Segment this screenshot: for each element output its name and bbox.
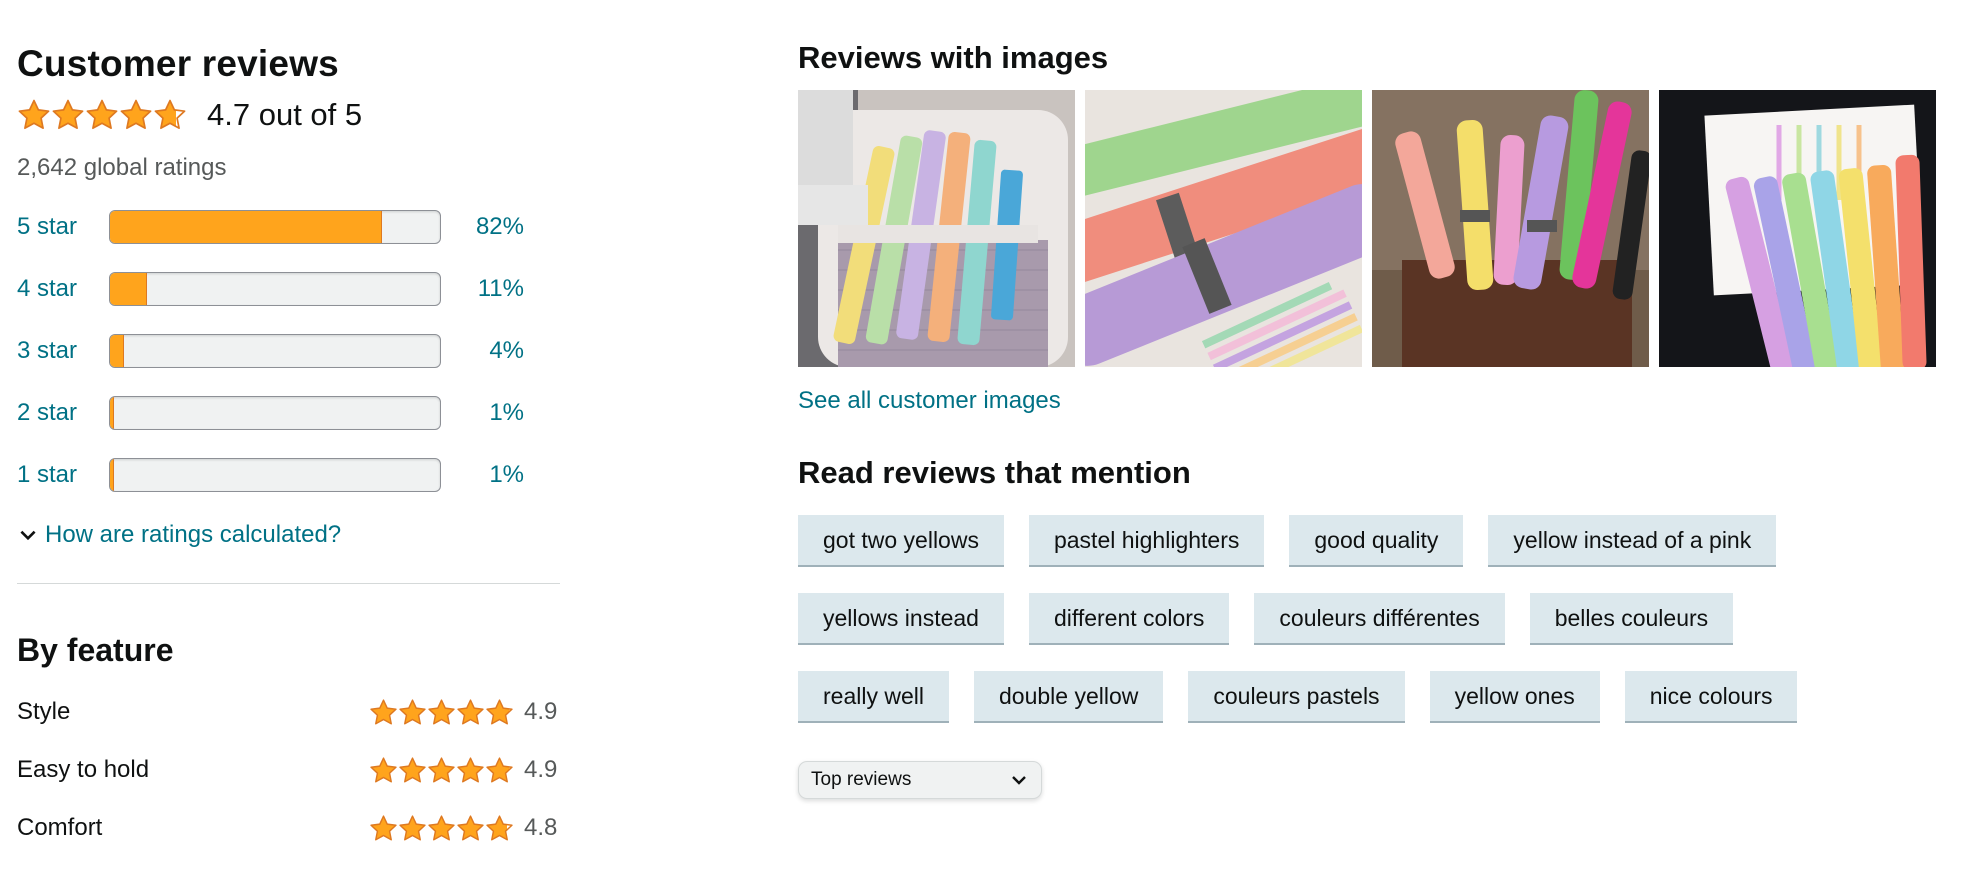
see-all-customer-images-link[interactable]: See all customer images bbox=[798, 387, 1948, 421]
star-icon bbox=[428, 814, 455, 840]
mention-chip[interactable]: good quality bbox=[1289, 515, 1464, 567]
star-icon bbox=[457, 756, 484, 782]
histogram-percent[interactable]: 1% bbox=[441, 461, 524, 489]
feature-rating-row: Comfort 4.8 bbox=[17, 808, 560, 848]
star-icon bbox=[154, 99, 186, 130]
histogram-percent[interactable]: 1% bbox=[441, 399, 524, 427]
ratings-summary: Customer reviews 4.7 out of 5 2,642 glob… bbox=[17, 38, 560, 848]
histogram-star-label[interactable]: 2 star bbox=[17, 399, 109, 427]
mention-chip[interactable]: couleurs différentes bbox=[1254, 593, 1505, 645]
histogram-star-label[interactable]: 5 star bbox=[17, 213, 109, 241]
star-icon bbox=[86, 99, 118, 130]
feature-rating-value: 4.8 bbox=[524, 814, 558, 841]
section-divider bbox=[17, 583, 560, 584]
feature-ratings: Style 4.9 Easy to hold 4.9 Comfort 4.8 bbox=[17, 692, 557, 848]
feature-rating-value: 4.9 bbox=[524, 698, 558, 725]
review-image-2[interactable] bbox=[1085, 90, 1362, 367]
star-icon bbox=[370, 698, 397, 724]
review-image-3[interactable] bbox=[1372, 90, 1649, 367]
mention-chip-row: got two yellows pastel highlighters good q… bbox=[798, 515, 1898, 567]
feature-star-rating bbox=[369, 756, 514, 785]
review-image-1[interactable] bbox=[798, 90, 1075, 367]
star-icon bbox=[486, 698, 513, 724]
global-ratings-count: 2,642 global ratings bbox=[17, 154, 227, 181]
histogram-star-label[interactable]: 1 star bbox=[17, 461, 109, 489]
star-icon bbox=[399, 814, 426, 840]
how-ratings-calculated-label: How are ratings calculated? bbox=[45, 521, 342, 548]
histogram-bar-fill bbox=[110, 210, 382, 243]
histogram-percent[interactable]: 4% bbox=[441, 337, 524, 365]
chevron-down-icon bbox=[20, 530, 36, 541]
star-icon bbox=[120, 99, 152, 130]
rating-histogram: 5 star 82% 4 star 11% 3 star 4% 2 star 1% 1 star… bbox=[17, 208, 557, 493]
review-images-row bbox=[798, 90, 1948, 367]
histogram-bar-fill bbox=[110, 334, 125, 367]
average-rating-row: 4.7 out of 5 bbox=[17, 90, 557, 140]
histogram-bar[interactable] bbox=[109, 395, 441, 430]
mention-chip[interactable]: nice colours bbox=[1624, 671, 1798, 723]
histogram-star-label[interactable]: 4 star bbox=[17, 275, 109, 303]
histogram-row[interactable]: 3 star 4% bbox=[17, 332, 557, 369]
star-icon bbox=[399, 756, 426, 782]
mention-chip[interactable]: pastel highlighters bbox=[1028, 515, 1265, 567]
feature-rating-row: Easy to hold 4.9 bbox=[17, 750, 560, 790]
histogram-row[interactable]: 2 star 1% bbox=[17, 394, 557, 431]
histogram-bar[interactable] bbox=[109, 457, 441, 492]
chevron-down-icon bbox=[1012, 776, 1026, 785]
feature-name: Style bbox=[17, 698, 71, 725]
star-icon bbox=[18, 99, 50, 130]
mention-chip[interactable]: belles couleurs bbox=[1529, 593, 1734, 645]
how-ratings-calculated-link[interactable]: How are ratings calculated? bbox=[17, 518, 557, 552]
histogram-row[interactable]: 4 star 11% bbox=[17, 270, 557, 307]
mention-chip[interactable]: got two yellows bbox=[798, 515, 1004, 567]
histogram-percent[interactable]: 82% bbox=[441, 213, 524, 241]
star-icon bbox=[52, 99, 84, 130]
histogram-bar[interactable] bbox=[109, 333, 441, 368]
star-icon bbox=[428, 698, 455, 724]
star-icon bbox=[370, 814, 397, 840]
histogram-star-label[interactable]: 3 star bbox=[17, 337, 109, 365]
histogram-row[interactable]: 1 star 1% bbox=[17, 456, 557, 493]
star-icon bbox=[399, 698, 426, 724]
feature-name: Easy to hold bbox=[17, 756, 150, 783]
sort-selected-value: Top reviews bbox=[811, 769, 912, 790]
mention-chip[interactable]: couleurs pastels bbox=[1188, 671, 1405, 723]
star-icon bbox=[486, 756, 513, 782]
mention-chip-row: yellows instead different colors couleurs … bbox=[798, 593, 1898, 645]
reviews-with-images-heading: Reviews with images bbox=[798, 40, 1109, 75]
mention-chips: got two yellows pastel highlighters good q… bbox=[798, 515, 1898, 723]
mention-chip[interactable]: really well bbox=[798, 671, 949, 723]
read-reviews-mention-heading: Read reviews that mention bbox=[798, 455, 1191, 490]
mention-chip[interactable]: different colors bbox=[1028, 593, 1230, 645]
average-rating-text: 4.7 out of 5 bbox=[207, 97, 363, 132]
histogram-bar-fill bbox=[110, 458, 115, 491]
review-image-4[interactable] bbox=[1659, 90, 1936, 367]
mention-chip[interactable]: yellow ones bbox=[1429, 671, 1600, 723]
mention-chip-row: really well double yellow couleurs pastels… bbox=[798, 671, 1898, 723]
by-feature-heading: By feature bbox=[17, 632, 174, 668]
star-icon bbox=[428, 756, 455, 782]
histogram-bar-fill bbox=[110, 272, 148, 305]
feature-rating-value: 4.9 bbox=[524, 756, 558, 783]
average-star-rating bbox=[17, 98, 187, 132]
star-icon bbox=[457, 698, 484, 724]
feature-name: Comfort bbox=[17, 814, 103, 841]
feature-rating-row: Style 4.9 bbox=[17, 692, 560, 732]
histogram-bar[interactable] bbox=[109, 209, 441, 244]
star-icon bbox=[370, 756, 397, 782]
mention-chip[interactable]: yellow instead of a pink bbox=[1488, 515, 1777, 567]
customer-reviews-heading: Customer reviews bbox=[17, 43, 339, 84]
star-icon bbox=[457, 814, 484, 840]
mention-chip[interactable]: yellows instead bbox=[798, 593, 1004, 645]
histogram-percent[interactable]: 11% bbox=[441, 275, 524, 303]
histogram-bar[interactable] bbox=[109, 271, 441, 306]
feature-star-rating bbox=[369, 698, 514, 727]
histogram-row[interactable]: 5 star 82% bbox=[17, 208, 557, 245]
sort-reviews-dropdown[interactable]: Top reviews bbox=[798, 761, 1042, 799]
review-media-section: Reviews with images See all customer ima… bbox=[798, 36, 1948, 799]
star-icon bbox=[486, 814, 513, 840]
histogram-bar-fill bbox=[110, 396, 115, 429]
feature-star-rating bbox=[369, 814, 514, 843]
mention-chip[interactable]: double yellow bbox=[973, 671, 1164, 723]
